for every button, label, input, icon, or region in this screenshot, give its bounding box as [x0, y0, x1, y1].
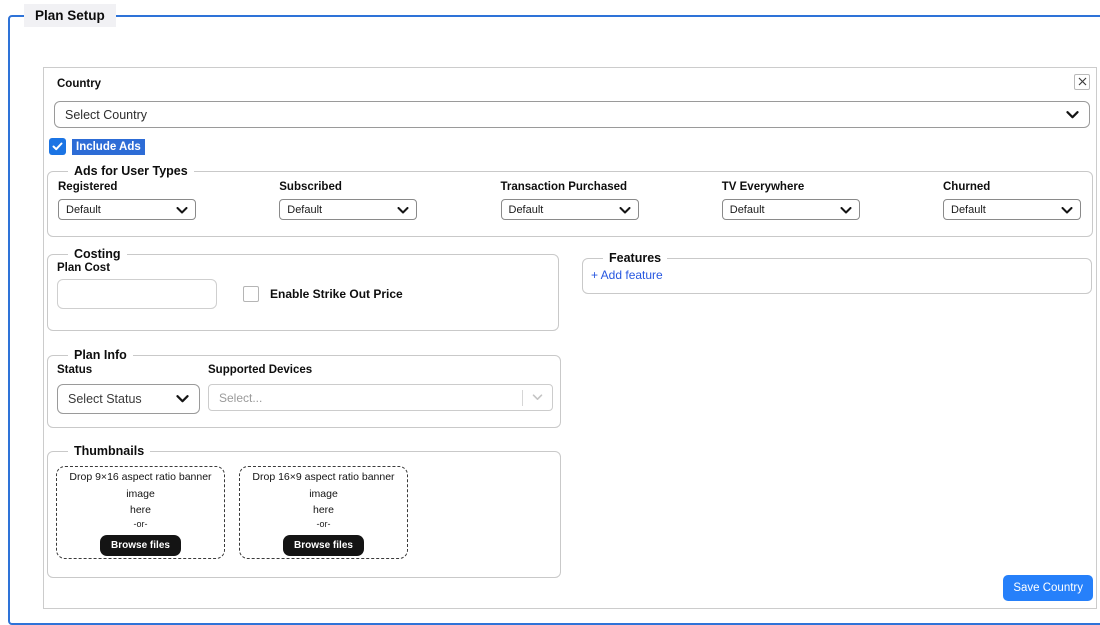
ads-for-user-types-section: Ads for User Types Registered Default Su…	[47, 164, 1093, 237]
supported-devices-placeholder: Select...	[219, 390, 263, 405]
dropzone-separator: -or-	[316, 519, 331, 530]
check-icon	[52, 142, 63, 151]
ads-field-transaction-purchased: Transaction Purchased Default	[500, 181, 639, 220]
registered-select[interactable]: Default	[58, 199, 196, 220]
plan-info-section-legend: Plan Info	[74, 348, 127, 362]
browse-files-button[interactable]: Browse files	[283, 534, 364, 556]
status-label: Status	[57, 364, 93, 376]
include-ads-label: Include Ads	[72, 138, 145, 155]
close-icon	[1078, 73, 1087, 91]
churned-select-value: Default	[951, 203, 986, 216]
add-feature-link[interactable]: + Add feature	[591, 268, 663, 282]
costing-section: Costing Plan Cost Enable Strike Out Pric…	[47, 247, 559, 331]
country-plan-card: Country Select Country Include Ads Ads f…	[43, 67, 1097, 609]
supported-devices-label: Supported Devices	[208, 364, 313, 376]
chevron-down-icon	[176, 390, 189, 408]
dropzone-text: Drop 16×9 aspect ratio banner image	[252, 471, 395, 500]
enable-strike-out-price-checkbox[interactable]	[243, 286, 259, 302]
page-title: Plan Setup	[24, 4, 116, 27]
country-select-value: Select Country	[65, 107, 147, 122]
status-field: Status Select Status	[57, 364, 208, 414]
browse-files-button[interactable]: Browse files	[100, 534, 181, 556]
supported-devices-field: Supported Devices Select...	[208, 364, 560, 414]
chevron-down-icon	[840, 201, 852, 219]
subscribed-select-value: Default	[287, 203, 323, 216]
features-section: Features + Add feature	[582, 251, 1092, 294]
subscribed-select[interactable]: Default	[279, 199, 418, 220]
enable-strike-out-price-label: Enable Strike Out Price	[270, 287, 403, 301]
chevron-down-icon	[1061, 201, 1073, 219]
dropzone-text: here	[129, 503, 151, 516]
registered-select-value: Default	[66, 203, 101, 216]
thumbnails-section: Thumbnails Drop 9×16 aspect ratio banner…	[47, 444, 561, 578]
churned-select[interactable]: Default	[943, 199, 1081, 220]
country-select[interactable]: Select Country	[54, 101, 1090, 128]
ads-field-subscribed: Subscribed Default	[279, 181, 418, 220]
chevron-down-icon	[176, 201, 188, 219]
status-select-value: Select Status	[68, 392, 142, 406]
status-select[interactable]: Select Status	[57, 384, 200, 414]
include-ads-row: Include Ads	[49, 138, 145, 155]
transaction-purchased-select[interactable]: Default	[500, 199, 639, 220]
registered-label: Registered	[58, 181, 118, 193]
plan-cost-input[interactable]	[57, 279, 217, 309]
plan-setup-section: Plan Setup Country Select Country Includ…	[8, 4, 1100, 625]
save-country-button[interactable]: Save Country	[1003, 575, 1093, 601]
ads-section-legend: Ads for User Types	[74, 164, 188, 178]
tv-everywhere-select[interactable]: Default	[721, 199, 860, 220]
dropzone-text: Drop 9×16 aspect ratio banner image	[69, 471, 212, 500]
chevron-down-icon	[397, 201, 409, 219]
ads-field-tv-everywhere: TV Everywhere Default	[721, 181, 860, 220]
tv-everywhere-label: TV Everywhere	[721, 181, 805, 193]
dropzone-text: here	[312, 503, 334, 516]
plan-info-section: Plan Info Status Select Status Supported…	[47, 348, 561, 428]
subscribed-label: Subscribed	[279, 181, 342, 193]
chevron-down-icon	[1066, 106, 1079, 124]
chevron-down-icon	[523, 394, 552, 401]
close-button[interactable]	[1074, 74, 1090, 90]
ads-field-registered: Registered Default	[58, 181, 196, 220]
supported-devices-multiselect[interactable]: Select...	[208, 384, 553, 411]
transaction-purchased-select-value: Default	[508, 203, 544, 216]
transaction-purchased-label: Transaction Purchased	[500, 181, 628, 193]
ads-field-churned: Churned Default	[943, 181, 1081, 220]
dropzone-separator: -or-	[133, 519, 148, 530]
country-label: Country	[57, 78, 102, 90]
include-ads-checkbox[interactable]	[49, 138, 66, 155]
thumbnails-section-legend: Thumbnails	[74, 444, 145, 458]
features-section-legend: Features	[609, 251, 662, 265]
costing-section-legend: Costing	[74, 247, 121, 261]
dropzone-9x16-banner[interactable]: Drop 9×16 aspect ratio banner image here…	[56, 466, 225, 559]
dropzone-16x9-banner[interactable]: Drop 16×9 aspect ratio banner image here…	[239, 466, 408, 559]
tv-everywhere-select-value: Default	[729, 203, 765, 216]
plan-cost-label: Plan Cost	[57, 262, 111, 274]
chevron-down-icon	[619, 201, 631, 219]
churned-label: Churned	[943, 181, 991, 193]
